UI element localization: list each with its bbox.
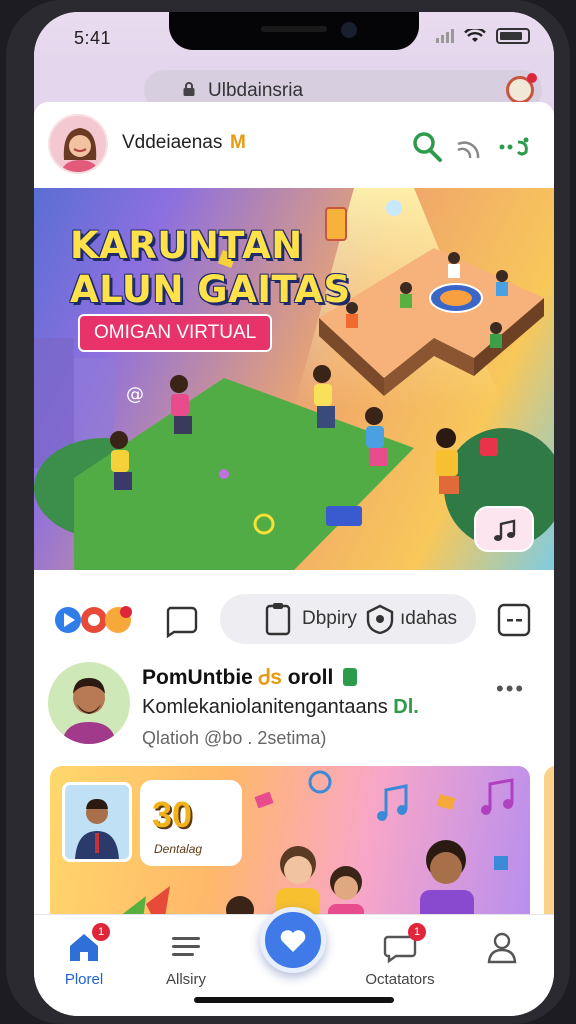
tab-activity-label: Allsiry xyxy=(166,971,206,988)
search-icon[interactable] xyxy=(410,130,444,164)
post-title-emoji: Ꮷs xyxy=(258,666,282,689)
tab-home-label: Plorel xyxy=(64,971,104,988)
post-avatar[interactable] xyxy=(48,662,130,744)
post-meta: Qlatioh @bo . 2setima) xyxy=(142,728,327,748)
more-options-icon[interactable] xyxy=(498,130,532,164)
post-avatar-portrait xyxy=(62,678,116,744)
tab-profile[interactable] xyxy=(452,929,552,999)
shield-star-icon xyxy=(366,604,394,634)
speaker-grille xyxy=(261,26,327,32)
host-avatar[interactable] xyxy=(48,114,108,174)
lock-icon xyxy=(183,82,195,96)
status-time: 5:41 xyxy=(74,28,112,48)
front-camera xyxy=(341,22,357,38)
banner-title: KARUNTAN ALUN GAITAS xyxy=(70,224,351,312)
banner-title-line1: KARUNTAN xyxy=(70,224,303,267)
thumbnail-portrait-frame xyxy=(62,782,132,862)
clipboard-icon xyxy=(265,603,291,636)
notch xyxy=(169,12,419,50)
pill-right-label: ıdahas xyxy=(400,608,458,629)
chat-icon: 1 xyxy=(382,923,426,965)
status-icons xyxy=(436,28,530,44)
tab-activity[interactable]: Allsiry xyxy=(136,929,236,999)
url-text: Ulbdainsria xyxy=(208,80,304,101)
browser-extension-icon[interactable] xyxy=(506,73,537,104)
live-card: Vddeiaenas M @ KARUNTAN ALUN GAITAS OMIG… xyxy=(34,102,554,658)
thumbnail-number: 30 xyxy=(152,794,193,835)
tab-home[interactable]: 1 Plorel xyxy=(34,923,134,999)
home-indicator xyxy=(194,997,394,1003)
home-icon: 1 xyxy=(66,923,110,965)
verified-tag-icon xyxy=(343,668,358,686)
tab-messages[interactable]: 1 Octatators xyxy=(350,923,450,999)
event-banner[interactable]: @ KARUNTAN ALUN GAITAS OMIGAN VIRTUAL xyxy=(34,188,554,570)
signal-icon xyxy=(436,29,454,43)
tab-messages-label: Octatators xyxy=(365,971,435,988)
post-title-text: PomUntbie xyxy=(142,666,253,689)
thumbnail-portrait xyxy=(75,799,119,859)
caption-box-icon[interactable] xyxy=(496,602,532,638)
screen: 5:41 Ulbdainsria Vddeiaenas M @ KARUNTAN… xyxy=(34,12,554,1016)
thumbnail-caption: Dentalag xyxy=(154,842,203,856)
profile-icon xyxy=(484,929,520,965)
host-name[interactable]: Vddeiaenas xyxy=(122,132,222,154)
post-subtitle: Komlekaniolanitengantaans Dl. xyxy=(142,696,419,719)
chat-bubble-icon[interactable] xyxy=(164,602,200,638)
banner-subtitle-pill: OMIGAN VIRTUAL xyxy=(78,314,273,352)
reaction-pill[interactable]: Dbpiry ıdahas xyxy=(220,594,476,644)
heart-icon xyxy=(280,930,306,952)
post-card: PomUntbie Ꮷs oroll Komlekaniolanitengant… xyxy=(34,644,554,944)
svg-text:@: @ xyxy=(126,384,144,405)
phone-frame: 5:41 Ulbdainsria Vddeiaenas M @ KARUNTAN… xyxy=(6,0,570,1024)
tab-home-badge: 1 xyxy=(92,923,110,941)
host-badge: M xyxy=(230,132,246,153)
music-note-icon xyxy=(494,519,516,541)
bottom-tab-bar: 1 Plorel Allsiry 1 Octatators xyxy=(34,907,554,1016)
post-subtitle-highlight: Dl. xyxy=(393,696,419,718)
cast-icon[interactable] xyxy=(452,130,486,164)
host-avatar-portrait xyxy=(60,128,100,172)
list-icon xyxy=(168,929,204,965)
banner-title-line2: ALUN GAITAS xyxy=(70,268,351,311)
favorite-fab[interactable] xyxy=(260,907,326,973)
thumbnail-count-card: 30 Dentalag xyxy=(140,780,242,866)
pill-left-label: Dbpiry xyxy=(302,608,357,629)
post-title[interactable]: PomUntbie Ꮷs oroll xyxy=(142,666,358,690)
music-button[interactable] xyxy=(474,506,534,552)
tab-messages-badge: 1 xyxy=(408,923,426,941)
battery-icon xyxy=(496,28,530,44)
wifi-icon xyxy=(464,29,486,42)
share-apps-icon[interactable] xyxy=(52,604,140,636)
post-more-button[interactable]: ••• xyxy=(496,676,525,702)
post-subtitle-text: Komlekaniolanitengantaans xyxy=(142,696,388,718)
post-title-suffix: oroll xyxy=(287,666,334,689)
host-row: Vddeiaenas M xyxy=(34,102,554,188)
